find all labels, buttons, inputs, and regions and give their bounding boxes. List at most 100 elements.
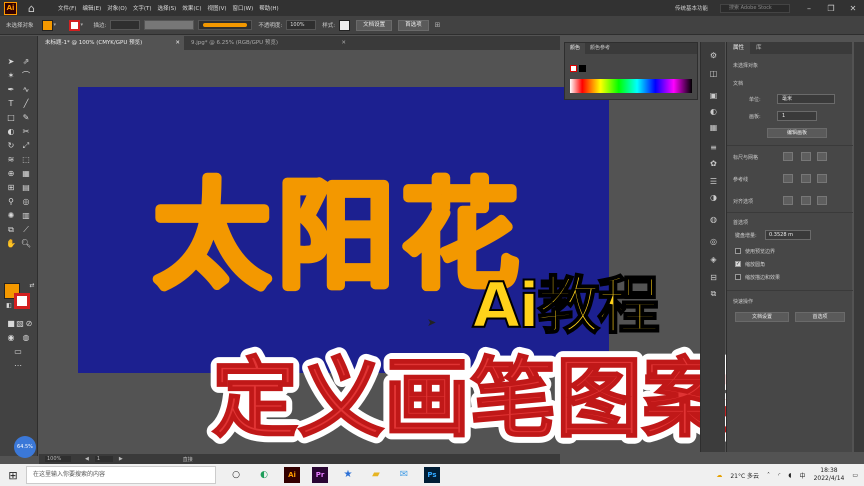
layers-icon[interactable]: ◫ bbox=[707, 68, 720, 79]
draw-mode-icon[interactable]: ◉ bbox=[5, 332, 17, 344]
recorder-badge[interactable]: 64.5% bbox=[14, 436, 36, 458]
tab-color-guide[interactable]: 颜色参考 bbox=[585, 43, 615, 54]
ime-indicator[interactable]: 中 bbox=[800, 471, 806, 480]
gradient-tool-icon[interactable]: ▤ bbox=[20, 182, 32, 194]
stroke-color-swatch[interactable] bbox=[14, 293, 30, 309]
tab-document-2[interactable]: 9.jpg* @ 6.25% (RGB/GPU 预览) ✕ bbox=[185, 36, 350, 50]
line-tool-icon[interactable]: ╱ bbox=[20, 98, 32, 110]
swatches-icon[interactable]: ▦ bbox=[707, 122, 720, 133]
chevron-down-icon[interactable]: ▾ bbox=[81, 22, 88, 28]
curvature-tool-icon[interactable]: ∿ bbox=[20, 84, 32, 96]
menu-view[interactable]: 视图(V) bbox=[207, 4, 226, 12]
mesh-tool-icon[interactable]: ⊞ bbox=[5, 182, 17, 194]
menu-window[interactable]: 窗口(W) bbox=[233, 4, 254, 12]
eyedropper-icon[interactable]: ⚲ bbox=[5, 196, 17, 208]
opacity-field[interactable]: 100% bbox=[286, 20, 317, 30]
fill-swatch[interactable] bbox=[41, 19, 53, 31]
artboard-number[interactable]: 1 bbox=[94, 456, 113, 462]
edge-browser-icon[interactable]: ◐ bbox=[256, 467, 272, 483]
prev-artboard-icon[interactable]: ◀ bbox=[85, 456, 89, 462]
lasso-icon[interactable]: ⌒ bbox=[20, 70, 32, 82]
pathfinder-icon[interactable]: ⧉ bbox=[707, 288, 720, 299]
brush-definition[interactable] bbox=[198, 20, 253, 30]
keyboard-increment-field[interactable]: 0.3528 m bbox=[765, 230, 811, 240]
graphic-style-swatch[interactable] bbox=[339, 19, 351, 31]
menu-effect[interactable]: 效果(C) bbox=[182, 4, 201, 12]
warp-tool-icon[interactable]: ≋ bbox=[5, 154, 17, 166]
task-view-icon[interactable]: ○ bbox=[228, 467, 244, 483]
align-icon[interactable]: ⊟ bbox=[707, 272, 720, 283]
hand-tool-icon[interactable]: ✋ bbox=[5, 238, 17, 250]
preferences-button[interactable]: 首选项 bbox=[398, 19, 429, 31]
selection-tool-icon[interactable]: ➤ bbox=[5, 56, 17, 68]
menu-type[interactable]: 文字(T) bbox=[133, 4, 152, 12]
gradient-icon[interactable]: ◑ bbox=[707, 192, 720, 203]
menu-help[interactable]: 帮助(H) bbox=[259, 4, 278, 12]
stroke-icon[interactable]: ☰ bbox=[707, 176, 720, 187]
grid-icon[interactable] bbox=[801, 152, 811, 161]
draw-inside-icon[interactable]: ◍ bbox=[20, 332, 32, 344]
libraries-icon[interactable]: ▣ bbox=[707, 90, 720, 101]
panel-scrollbar[interactable] bbox=[854, 42, 864, 452]
pen-tool-icon[interactable]: ✒ bbox=[5, 84, 17, 96]
snap-point-icon[interactable] bbox=[783, 196, 793, 205]
artboard-tool-icon[interactable]: ⧉ bbox=[5, 224, 17, 236]
preferences-button[interactable]: 首选项 bbox=[795, 312, 845, 322]
menu-select[interactable]: 选择(S) bbox=[158, 4, 177, 12]
default-colors-icon[interactable]: ◧ bbox=[3, 300, 15, 312]
tab-libraries[interactable]: 库 bbox=[750, 42, 768, 54]
next-artboard-icon[interactable]: ▶ bbox=[119, 456, 123, 462]
perspective-grid-icon[interactable]: ▦ bbox=[20, 168, 32, 180]
zoom-level[interactable]: 100% bbox=[45, 456, 71, 462]
none-swatch[interactable] bbox=[570, 65, 577, 72]
symbol-sprayer-icon[interactable]: ✺ bbox=[5, 210, 17, 222]
shape-builder-icon[interactable]: ⊕ bbox=[5, 168, 17, 180]
smart-guides-icon[interactable] bbox=[817, 174, 827, 183]
photoshop-app-icon[interactable]: Ps bbox=[424, 467, 440, 483]
wifi-icon[interactable]: ◜ bbox=[778, 472, 780, 479]
notification-icon[interactable]: ▭ bbox=[852, 472, 858, 479]
checkbox-preview-bounds[interactable] bbox=[735, 248, 741, 254]
snap-pixel-icon[interactable] bbox=[817, 196, 827, 205]
document-setup-button[interactable]: 文档设置 bbox=[735, 312, 789, 322]
rectangle-tool-icon[interactable]: □ bbox=[5, 112, 17, 124]
menu-file[interactable]: 文件(F) bbox=[58, 4, 76, 12]
pixel-grid-icon[interactable] bbox=[817, 152, 827, 161]
rotate-tool-icon[interactable]: ↻ bbox=[5, 140, 17, 152]
symbols-icon[interactable]: ✿ bbox=[707, 158, 720, 169]
scale-tool-icon[interactable]: ⤢ bbox=[20, 140, 32, 152]
tab-properties[interactable]: 属性 bbox=[727, 42, 751, 54]
type-tool-icon[interactable]: T bbox=[5, 98, 17, 110]
stock-search-input[interactable]: 搜索 Adobe Stock bbox=[720, 3, 790, 13]
none-mode-icon[interactable]: ⊘ bbox=[23, 318, 35, 330]
chevron-down-icon[interactable]: ▾ bbox=[54, 22, 61, 28]
brushes-icon[interactable]: ≡ bbox=[707, 142, 720, 153]
graphic-styles-icon[interactable]: ◈ bbox=[707, 254, 720, 265]
clock[interactable]: 18:38 2022/4/14 bbox=[814, 467, 845, 483]
tab-color[interactable]: 颜色 bbox=[565, 43, 586, 54]
magic-wand-icon[interactable]: ✶ bbox=[5, 70, 17, 82]
screen-mode-icon[interactable]: ▭ bbox=[12, 346, 24, 358]
artboard-select[interactable]: 1 bbox=[777, 111, 817, 121]
free-transform-icon[interactable]: ⬚ bbox=[20, 154, 32, 166]
black-swatch[interactable] bbox=[579, 65, 586, 72]
scissors-icon[interactable]: ✂ bbox=[20, 126, 32, 138]
swap-colors-icon[interactable]: ⇄ bbox=[26, 280, 38, 292]
store-app-icon[interactable]: ★ bbox=[340, 467, 356, 483]
document-setup-button[interactable]: 文档设置 bbox=[356, 19, 393, 31]
close-icon[interactable]: ✕ bbox=[341, 36, 346, 50]
properties-icon[interactable]: ⚙ bbox=[707, 50, 720, 61]
close-icon[interactable]: ✕ bbox=[842, 4, 864, 13]
checkbox-scale-strokes[interactable] bbox=[735, 274, 741, 280]
snap-grid-icon[interactable] bbox=[801, 196, 811, 205]
arrange-icon[interactable]: ⊞ bbox=[435, 21, 442, 29]
taskbar-search-input[interactable]: 在这里输入你要搜索的内容 bbox=[26, 466, 216, 484]
blend-tool-icon[interactable]: ◎ bbox=[20, 196, 32, 208]
tab-document-1[interactable]: 未标题-1* @ 100% (CMYK/GPU 预览) ✕ bbox=[39, 36, 184, 50]
graph-tool-icon[interactable]: ▥ bbox=[20, 210, 32, 222]
premiere-app-icon[interactable]: Pr bbox=[312, 467, 328, 483]
direct-selection-tool-icon[interactable]: ⇗ bbox=[20, 56, 32, 68]
paintbrush-icon[interactable]: ✎ bbox=[20, 112, 32, 124]
shaper-tool-icon[interactable]: ◐ bbox=[5, 126, 17, 138]
volume-icon[interactable]: ◖ bbox=[788, 472, 791, 479]
